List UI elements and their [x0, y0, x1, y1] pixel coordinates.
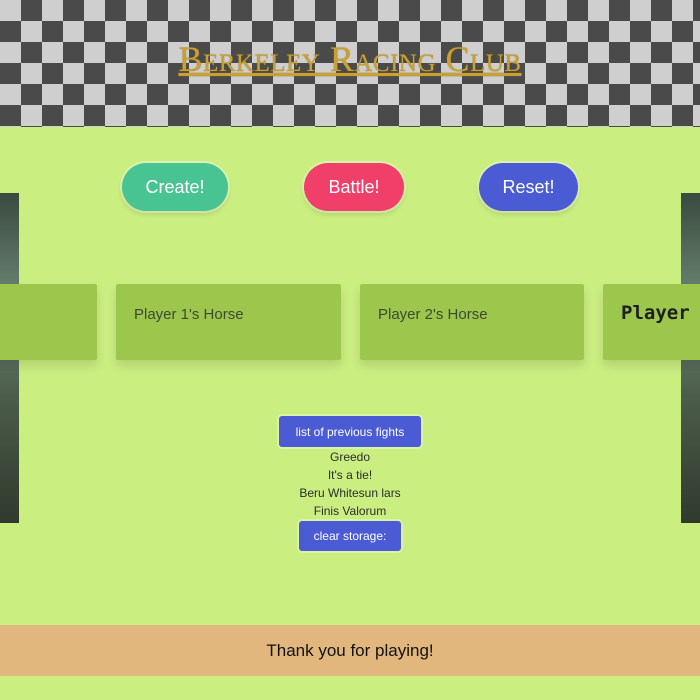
clear-storage-button[interactable]: clear storage:	[299, 521, 401, 551]
reset-button[interactable]: Reset!	[479, 163, 578, 211]
right-partial-card: Player 2	[603, 284, 700, 360]
fight-entry: Beru Whitesun lars	[299, 486, 401, 500]
header-banner: Berkeley Racing Club	[0, 0, 700, 127]
fight-entry: It's a tie!	[327, 468, 373, 482]
footer-message: Thank you for playing!	[0, 625, 700, 676]
battle-button[interactable]: Battle!	[304, 163, 404, 211]
left-partial-card	[0, 284, 97, 360]
page-title[interactable]: Berkeley Racing Club	[0, 38, 700, 80]
player1-horse-label: Player 1's Horse	[134, 306, 244, 323]
fight-entry: Greedo	[329, 450, 371, 464]
player1-horse-card[interactable]: Player 1's Horse	[116, 284, 341, 360]
player2-horse-label: Player 2's Horse	[378, 306, 488, 323]
create-button[interactable]: Create!	[122, 163, 228, 211]
previous-fights-button[interactable]: list of previous fights	[279, 416, 421, 447]
right-partial-card-label: Player 2	[621, 302, 700, 324]
player2-horse-card[interactable]: Player 2's Horse	[360, 284, 584, 360]
fight-entry: Finis Valorum	[313, 504, 387, 518]
